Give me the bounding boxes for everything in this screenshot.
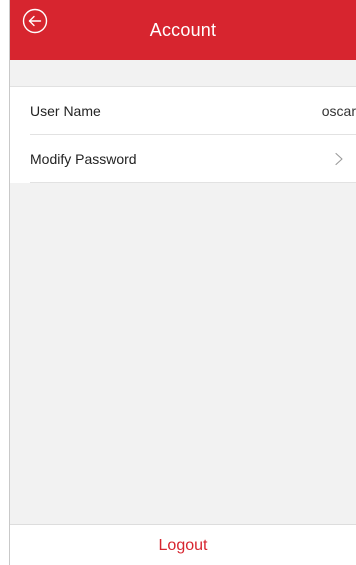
back-button[interactable] [22, 8, 48, 34]
content-area: User Name oscar Modify Password [10, 60, 356, 524]
modify-password-label: Modify Password [30, 151, 137, 167]
app-header: Account [10, 0, 356, 60]
page-title: Account [149, 19, 217, 40]
account-settings-list: User Name oscar Modify Password [10, 87, 356, 183]
user-name-label: User Name [30, 103, 101, 119]
modify-password-row[interactable]: Modify Password [10, 135, 356, 183]
back-circle-arrow-icon [22, 8, 48, 34]
user-name-row: User Name oscar [10, 87, 356, 135]
left-edge-line [9, 0, 10, 565]
account-screen: Account User Name oscar Modify Password … [0, 0, 356, 565]
logout-button[interactable]: Logout [139, 531, 228, 561]
row-divider [30, 182, 356, 183]
chevron-right-icon [335, 152, 343, 166]
section-spacer [10, 60, 356, 87]
footer-bar: Logout [10, 524, 356, 565]
user-name-value: oscar [321, 103, 356, 119]
